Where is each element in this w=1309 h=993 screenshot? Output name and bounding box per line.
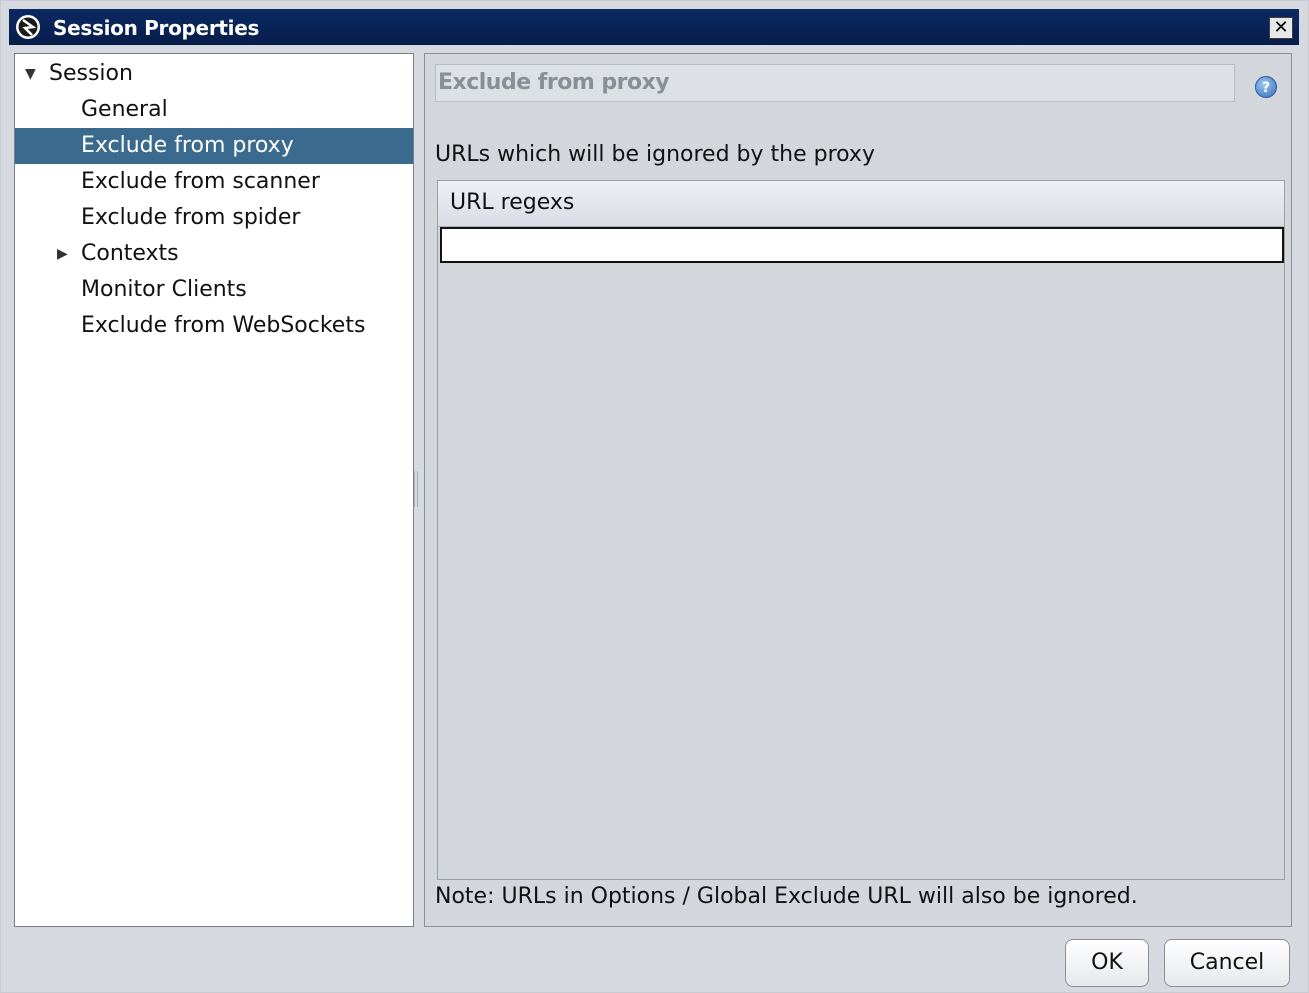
splitter-handle[interactable] bbox=[414, 471, 418, 507]
session-properties-dialog: Session Properties ✕ ▼ Session General E… bbox=[0, 0, 1309, 993]
tree-item-label: Exclude from scanner bbox=[81, 169, 320, 194]
tree-item-label: Session bbox=[49, 61, 133, 86]
column-header-url-regexs[interactable]: URL regexs bbox=[438, 181, 1284, 227]
tree-item-label: Exclude from WebSockets bbox=[81, 313, 366, 338]
collapsed-arrow-icon[interactable]: ▶ bbox=[57, 236, 68, 272]
close-icon: ✕ bbox=[1273, 17, 1289, 38]
help-icon[interactable]: ? bbox=[1255, 76, 1277, 98]
tree-item-label: Exclude from spider bbox=[81, 205, 301, 230]
tree-item-exclude-from-proxy[interactable]: Exclude from proxy bbox=[15, 128, 413, 164]
ok-button[interactable]: OK bbox=[1065, 939, 1149, 987]
tree-item-exclude-from-scanner[interactable]: Exclude from scanner bbox=[15, 164, 413, 200]
title-bar[interactable]: Session Properties ✕ bbox=[9, 9, 1299, 45]
window-title: Session Properties bbox=[53, 16, 260, 40]
panel-title: Exclude from proxy bbox=[435, 64, 1235, 102]
properties-panel: Exclude from proxy ? URLs which will be … bbox=[424, 53, 1292, 927]
url-regex-table: URL regexs bbox=[437, 180, 1285, 880]
tree-item-exclude-from-websockets[interactable]: Exclude from WebSockets bbox=[15, 308, 413, 344]
tree-item-contexts[interactable]: ▶ Contexts bbox=[15, 236, 413, 272]
zap-logo-icon bbox=[16, 15, 40, 39]
table-row[interactable] bbox=[440, 227, 1284, 263]
expanded-arrow-icon[interactable]: ▼ bbox=[25, 56, 36, 92]
close-button[interactable]: ✕ bbox=[1269, 17, 1293, 39]
tree-item-general[interactable]: General bbox=[15, 92, 413, 128]
session-tree: ▼ Session General Exclude from proxy Exc… bbox=[14, 53, 414, 927]
tree-item-label: Contexts bbox=[81, 241, 179, 266]
tree-item-exclude-from-spider[interactable]: Exclude from spider bbox=[15, 200, 413, 236]
description-label: URLs which will be ignored by the proxy bbox=[435, 142, 875, 167]
tree-item-label: Exclude from proxy bbox=[81, 133, 294, 158]
cancel-button[interactable]: Cancel bbox=[1164, 939, 1290, 987]
tree-item-session[interactable]: ▼ Session bbox=[15, 56, 413, 92]
tree-item-label: General bbox=[81, 97, 168, 122]
tree-item-monitor-clients[interactable]: Monitor Clients bbox=[15, 272, 413, 308]
note-label: Note: URLs in Options / Global Exclude U… bbox=[435, 884, 1138, 909]
tree-item-label: Monitor Clients bbox=[81, 277, 247, 302]
